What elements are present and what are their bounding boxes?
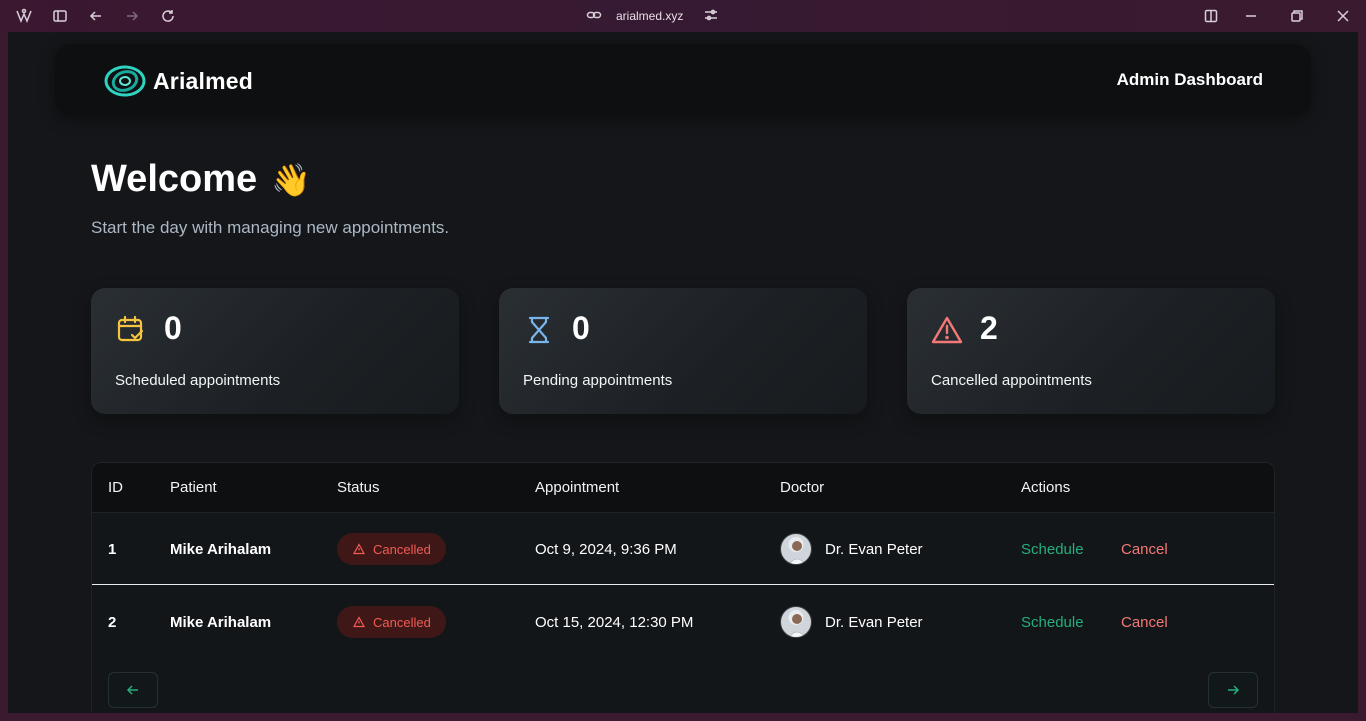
hourglass-icon [523,314,555,346]
app-viewport: Arialmed Admin Dashboard Welcome 👋 Start… [8,32,1358,713]
stat-value: 0 [164,310,182,346]
cell-patient: Mike Arihalam [170,614,272,631]
warning-icon [353,543,365,555]
sidebar-toggle-icon[interactable] [48,4,72,28]
column-header-patient: Patient [170,479,217,496]
wave-emoji-icon: 👋 [271,160,311,199]
next-page-button[interactable] [1208,672,1258,708]
cancel-button[interactable]: Cancel [1121,614,1168,631]
url-text[interactable]: arialmed.xyz [616,9,683,23]
cell-id: 1 [108,541,117,558]
welcome-heading: Welcome 👋 [91,158,311,201]
logo[interactable]: Arialmed [103,64,253,98]
logo-text: Arialmed [153,67,254,94]
doctor-avatar [780,533,812,565]
arrow-left-icon [126,685,138,695]
table-row: 2 Mike Arihalam Cancelled Oct 15, 2024, … [92,586,1274,658]
cell-id: 2 [108,614,117,631]
appointments-table: ID Patient Status Appointment Doctor Act… [91,462,1275,713]
browser-toolbar: arialmed.xyz [0,0,1366,32]
column-header-status: Status [337,479,380,496]
link-icon [586,7,602,26]
cell-patient: Mike Arihalam [170,541,272,558]
table-row: 1 Mike Arihalam Cancelled Oct 9, 2024, 9… [92,513,1274,585]
status-text: Cancelled [373,541,431,557]
minimize-icon[interactable] [1239,4,1263,28]
stat-label: Cancelled appointments [931,372,1092,389]
doctor-avatar [780,606,812,638]
back-icon[interactable] [84,4,108,28]
schedule-button[interactable]: Schedule [1021,614,1084,631]
cell-appointment: Oct 15, 2024, 12:30 PM [535,614,694,631]
schedule-button[interactable]: Schedule [1021,541,1084,558]
cell-doctor: Dr. Evan Peter [825,541,923,558]
page-title: Welcome [91,158,258,200]
top-navbar: Arialmed Admin Dashboard [55,44,1311,116]
cancel-button[interactable]: Cancel [1121,541,1168,558]
column-header-doctor: Doctor [780,479,825,496]
arrow-right-icon [1228,685,1240,695]
address-bar[interactable]: arialmed.xyz [586,6,719,26]
warning-icon [931,314,963,346]
status-text: Cancelled [373,614,431,630]
cell-doctor: Dr. Evan Peter [825,614,923,631]
table-header: ID Patient Status Appointment Doctor Act… [92,463,1274,513]
restore-icon[interactable] [1285,4,1309,28]
site-settings-icon[interactable] [703,7,719,26]
status-badge: Cancelled [337,606,446,638]
cell-appointment: Oct 9, 2024, 9:36 PM [535,541,677,558]
previous-page-button[interactable] [108,672,158,708]
column-header-actions: Actions [1021,479,1071,496]
app-icon[interactable] [12,4,36,28]
stat-label: Scheduled appointments [115,372,281,389]
stat-value: 2 [980,310,998,346]
reload-icon[interactable] [156,4,180,28]
calendar-check-icon [115,314,147,346]
stat-card-scheduled: 0 Scheduled appointments [91,288,459,414]
warning-icon [353,616,365,628]
close-icon[interactable] [1331,4,1355,28]
stat-card-pending: 0 Pending appointments [499,288,867,414]
status-badge: Cancelled [337,533,446,565]
column-header-id: ID [108,479,123,496]
stat-value: 0 [572,310,590,346]
stat-card-cancelled: 2 Cancelled appointments [907,288,1275,414]
stat-label: Pending appointments [523,372,673,389]
logo-icon [104,65,146,97]
split-view-icon[interactable] [1199,4,1223,28]
page-subtitle: Start the day with managing new appointm… [91,218,450,237]
admin-dashboard-title: Admin Dashboard [1116,70,1263,89]
forward-icon[interactable] [120,4,144,28]
column-header-appointment: Appointment [535,479,620,496]
